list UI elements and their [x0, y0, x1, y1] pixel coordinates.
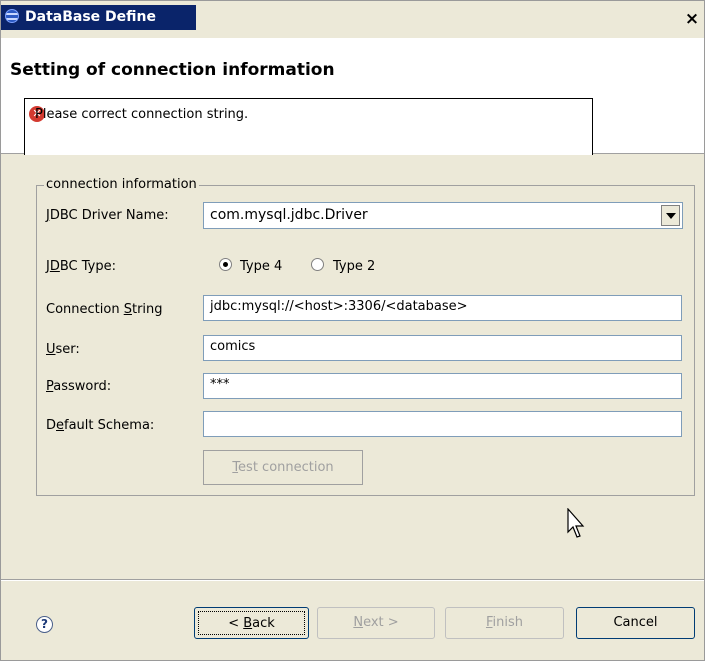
- error-message: Please correct connection string.: [35, 107, 249, 122]
- type-label: JDBC Type:: [46, 259, 116, 274]
- group-legend: connection information: [44, 177, 199, 192]
- driver-label-rest: DBC Driver Name:: [49, 208, 169, 223]
- chevron-down-icon: [666, 213, 676, 219]
- driver-select-value: com.mysql.jdbc.Driver: [210, 207, 368, 223]
- default-schema-input[interactable]: [203, 411, 682, 437]
- finish-button[interactable]: Finish: [445, 607, 564, 639]
- back-button[interactable]: < Back: [194, 607, 309, 639]
- type2-radio[interactable]: [311, 258, 324, 271]
- page-title: Setting of connection information: [10, 60, 335, 80]
- conn-label: Connection String: [46, 302, 163, 317]
- radio-selected-dot: [223, 262, 228, 267]
- mouse-cursor-icon: [567, 508, 585, 538]
- title-bar: DataBase Define ×: [1, 1, 704, 38]
- driver-dropdown-button[interactable]: [661, 205, 680, 226]
- password-input[interactable]: ***: [203, 373, 682, 399]
- close-button[interactable]: ×: [683, 11, 701, 29]
- type4-radio[interactable]: [219, 258, 232, 271]
- next-button-label: Next >: [353, 615, 399, 630]
- password-label: Password:: [46, 379, 112, 394]
- driver-select[interactable]: com.mysql.jdbc.Driver: [203, 202, 683, 229]
- window-title: DataBase Define: [25, 9, 156, 25]
- connection-string-input[interactable]: jdbc:mysql://<host>:3306/<database>: [203, 295, 682, 321]
- footer-separator: [1, 579, 704, 581]
- cancel-button[interactable]: Cancel: [576, 607, 695, 639]
- help-icon[interactable]: ?: [36, 616, 53, 633]
- next-button[interactable]: Next >: [317, 607, 435, 639]
- type4-label[interactable]: Type 4: [240, 259, 282, 274]
- test-connection-button[interactable]: Test connection: [203, 450, 363, 485]
- type2-label[interactable]: Type 2: [333, 259, 375, 274]
- finish-button-label: Finish: [485, 615, 524, 630]
- test-connection-label: est connection: [238, 460, 334, 475]
- user-label: User:: [46, 342, 80, 357]
- driver-label: JDBC Driver Name:: [46, 208, 169, 223]
- schema-label: Default Schema:: [46, 418, 155, 433]
- database-icon: [5, 9, 19, 23]
- back-button-label: < Back: [198, 611, 305, 635]
- cancel-button-label: Cancel: [613, 615, 658, 630]
- user-input[interactable]: comics: [203, 335, 682, 361]
- dialog-window: DataBase Define × Setting of connection …: [0, 0, 705, 661]
